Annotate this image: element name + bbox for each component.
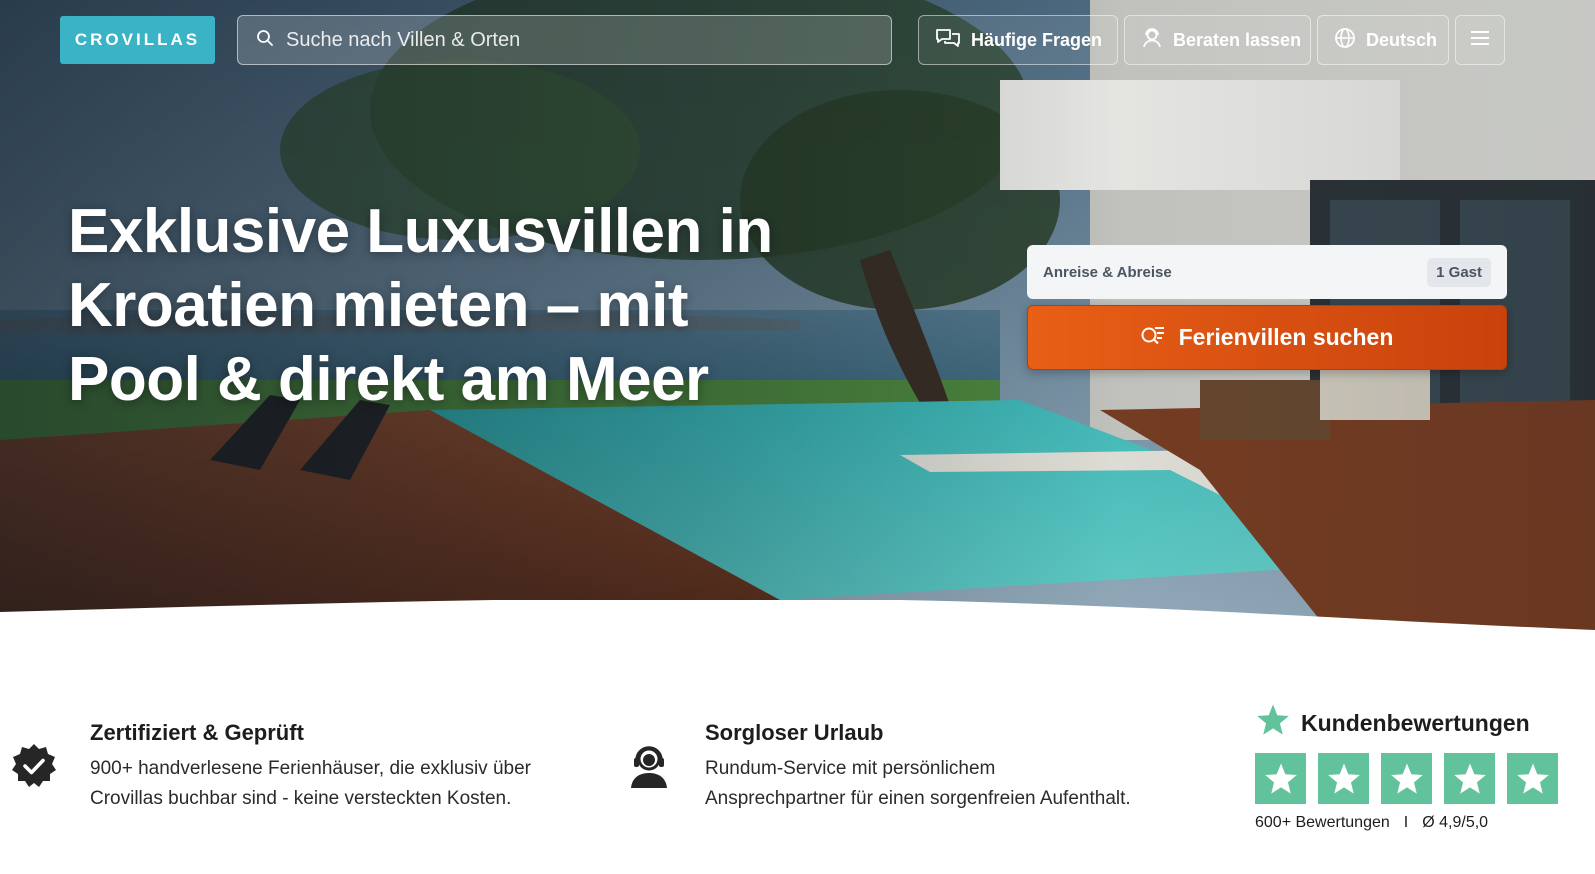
customer-reviews-widget[interactable]: Kundenbewertungen 600+ Bewertungen I Ø 4…: [1255, 703, 1565, 832]
review-score: Ø 4,9/5,0: [1422, 814, 1489, 831]
faq-label: Häufige Fragen: [971, 29, 1103, 50]
feature-description: Rundum-Service mit persönlichem Ansprechp…: [705, 758, 1131, 809]
search-villas-label: Ferienvillen suchen: [1178, 324, 1394, 350]
headline-line-1: Exklusive Luxusvillen in: [68, 197, 773, 266]
star-rating: [1255, 753, 1565, 804]
logo[interactable]: CROVILLAS: [60, 16, 215, 64]
star-icon: [1381, 753, 1432, 804]
faq-button[interactable]: Häufige Fragen: [918, 15, 1118, 65]
headline-line-3: Pool & direkt am Meer: [68, 345, 709, 414]
date-range-picker[interactable]: Anreise & Abreise 1 Gast: [1027, 245, 1507, 299]
star-icon: [1318, 753, 1369, 804]
feature-carefree: Sorgloser Urlaub Rundum-Service mit pers…: [625, 720, 1131, 814]
search-bar[interactable]: [237, 15, 892, 65]
headset-support-icon: [625, 742, 673, 790]
chat-bubbles-icon: [935, 27, 961, 54]
star-icon: [1444, 753, 1495, 804]
review-count: 600+ Bewertungen: [1255, 814, 1390, 831]
star-logo-icon: [1255, 703, 1291, 743]
search-input[interactable]: [286, 28, 846, 52]
headline-line-2: Kroatien mieten – mit: [68, 271, 688, 340]
globe-icon: [1334, 27, 1356, 54]
guest-selector[interactable]: 1 Gast: [1427, 257, 1491, 287]
search-icon: [256, 29, 274, 52]
menu-button[interactable]: [1455, 15, 1505, 65]
search-villas-button[interactable]: Ferienvillen suchen: [1027, 305, 1507, 370]
feature-title: Zertifiziert & Geprüft: [90, 720, 304, 745]
feature-description: 900+ handverlesene Ferienhäuser, die exk…: [90, 758, 531, 809]
hamburger-menu-icon: [1470, 30, 1490, 51]
advice-button[interactable]: Beraten lassen: [1124, 15, 1311, 65]
language-label: Deutsch: [1366, 29, 1438, 50]
feature-certified: Zertifiziert & Geprüft 900+ handverlesen…: [10, 720, 531, 814]
search-list-icon: [1141, 324, 1165, 352]
reviews-title: Kundenbewertungen: [1301, 709, 1530, 736]
certified-badge-icon: [10, 742, 58, 790]
consultant-icon: [1141, 27, 1163, 54]
advice-label: Beraten lassen: [1173, 29, 1302, 50]
reviews-summary: 600+ Bewertungen I Ø 4,9/5,0: [1255, 814, 1565, 832]
hero-headline: Exklusive Luxusvillen in Kroatien mieten…: [68, 195, 828, 417]
feature-title: Sorgloser Urlaub: [705, 720, 884, 745]
language-button[interactable]: Deutsch: [1317, 15, 1449, 65]
review-separator: I: [1403, 814, 1409, 831]
star-icon: [1255, 753, 1306, 804]
star-icon: [1507, 753, 1558, 804]
reviews-header: Kundenbewertungen: [1255, 703, 1565, 743]
hero-section: CROVILLAS Häufige Fragen Beraten lassen …: [0, 0, 1595, 640]
wave-divider: [0, 598, 1595, 660]
dates-label: Anreise & Abreise: [1043, 263, 1172, 281]
